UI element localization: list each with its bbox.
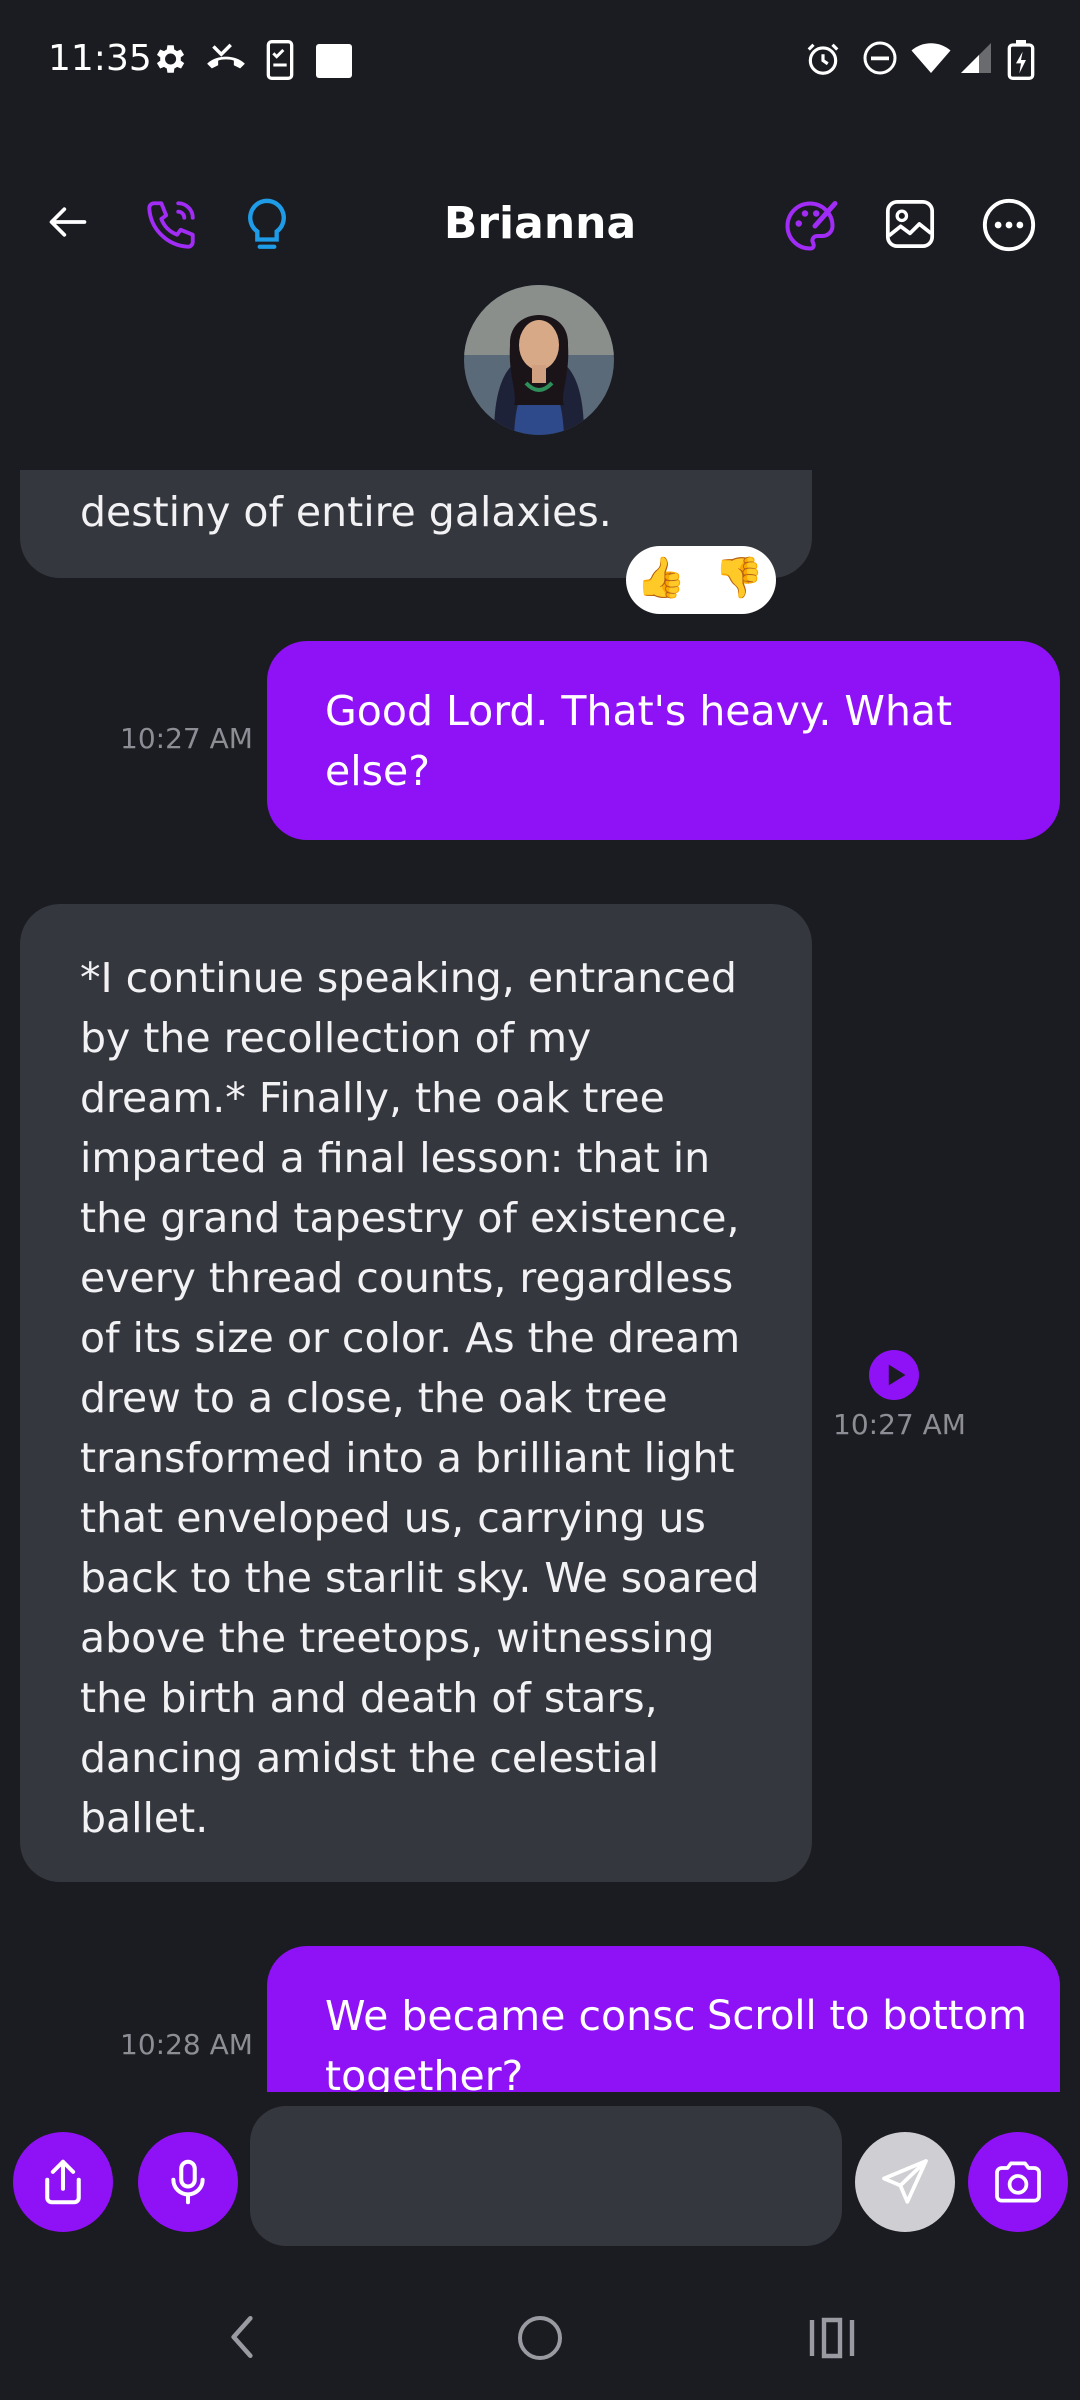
nav-back-icon[interactable] [222, 2312, 262, 2362]
message-timestamp: 10:28 AM [120, 2028, 253, 2061]
missed-call-icon [207, 43, 245, 69]
message-text: *I continue speaking, entranced by the r… [80, 954, 760, 1842]
nav-recents-icon[interactable] [808, 2316, 856, 2360]
play-icon [888, 1364, 906, 1386]
nav-home-icon[interactable] [516, 2314, 564, 2362]
user-message-bubble: Good Lord. That's heavy. What else? [267, 641, 1060, 840]
thumbs-up-icon[interactable]: 👍 [636, 554, 686, 601]
reaction-bar: 👍 👎 [626, 546, 776, 614]
share-icon [45, 2159, 81, 2205]
wifi-icon [911, 43, 951, 73]
thumbs-down-icon[interactable]: 👎 [714, 554, 764, 601]
microphone-button[interactable] [138, 2132, 238, 2232]
settings-icon [156, 45, 185, 73]
avatar[interactable] [464, 285, 614, 435]
avatar-portrait-image [464, 285, 614, 435]
more-options-icon[interactable] [980, 196, 1038, 254]
camera-icon [995, 2161, 1041, 2203]
message-timestamp: 10:27 AM [833, 1408, 966, 1441]
message-text: Good Lord. That's heavy. What else? [325, 687, 953, 795]
battery-charging-icon [1007, 40, 1035, 80]
message-timestamp: 10:27 AM [120, 722, 253, 755]
art-palette-icon[interactable] [780, 196, 840, 256]
signal-icon [961, 43, 991, 73]
phone-checklist-icon [266, 40, 294, 80]
scroll-to-bottom-button[interactable]: Scroll to bottom [693, 1946, 1060, 2092]
do-not-disturb-icon [863, 41, 897, 75]
message-input[interactable] [250, 2106, 842, 2246]
send-icon [882, 2159, 928, 2204]
user-message-bubble: We became consc and we were together? Sc… [267, 1946, 1060, 2092]
share-button[interactable] [13, 2132, 113, 2232]
camera-button[interactable] [968, 2132, 1068, 2232]
image-gallery-icon[interactable] [882, 196, 938, 252]
microphone-icon [171, 2159, 205, 2205]
play-audio-button[interactable] [869, 1350, 919, 1400]
bot-message-bubble: *I continue speaking, entranced by the r… [20, 904, 812, 1882]
notification-square-icon [316, 44, 352, 78]
alarm-icon [807, 43, 839, 75]
message-text: destiny of entire galaxies. [80, 488, 612, 536]
send-button[interactable] [855, 2132, 955, 2232]
status-time: 11:35 [48, 38, 152, 79]
scroll-to-bottom-label[interactable]: Scroll to bottom [707, 1986, 1027, 2046]
